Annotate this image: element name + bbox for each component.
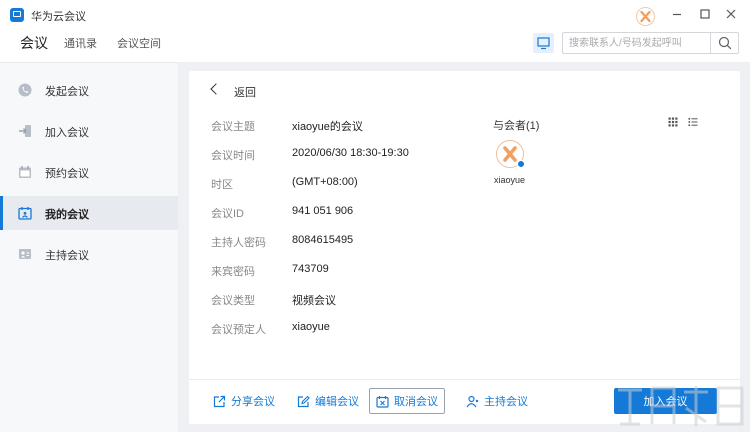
edit-icon <box>297 395 310 407</box>
field-label-timezone: 时区 <box>211 179 233 191</box>
edit-meeting-button[interactable]: 编辑会议 <box>297 388 359 414</box>
search-input[interactable] <box>569 35 709 51</box>
field-label-guest-password: 来宾密码 <box>211 266 255 278</box>
sidebar-item-schedule-meeting[interactable]: 预约会议 <box>0 155 178 189</box>
sidebar-item-label: 加入会议 <box>45 127 89 139</box>
field-value-guest-password: 743709 <box>292 263 329 275</box>
field-value-subject: xiaoyue的会议 <box>292 121 363 133</box>
avatar-x-icon <box>640 10 651 23</box>
field-label-meeting-id: 会议ID <box>211 208 244 220</box>
maximize-button[interactable] <box>697 6 713 22</box>
cancel-calendar-icon <box>376 395 389 408</box>
sidebar-item-label: 主持会议 <box>45 250 89 262</box>
edit-meeting-label: 编辑会议 <box>315 396 359 408</box>
grid-view-icon[interactable] <box>668 117 678 127</box>
user-avatar[interactable] <box>636 7 655 26</box>
field-label-subject: 会议主题 <box>211 121 255 133</box>
field-label-time: 会议时间 <box>211 150 255 162</box>
field-value-meeting-type: 视频会议 <box>292 295 336 307</box>
cancel-meeting-label: 取消会议 <box>394 396 438 408</box>
window-title: 华为云会议 <box>31 11 86 23</box>
field-label-organizer: 会议预定人 <box>211 324 266 336</box>
minimize-icon <box>673 13 681 16</box>
screen-share-button[interactable] <box>533 33 554 53</box>
field-value-host-password: 8084615495 <box>292 234 354 246</box>
share-icon <box>213 395 226 407</box>
monitor-icon <box>537 37 550 50</box>
search-box <box>562 32 739 54</box>
close-icon <box>726 9 736 19</box>
action-bar-divider <box>189 379 740 380</box>
my-meeting-icon <box>18 207 32 220</box>
tab-contacts[interactable]: 通讯录 <box>64 35 97 51</box>
sidebar-item-label: 发起会议 <box>45 86 89 98</box>
participant-name: xiaoyue <box>494 175 526 185</box>
sidebar-item-label: 预约会议 <box>45 168 89 180</box>
host-meeting-label: 主持会议 <box>484 396 528 408</box>
sidebar-item-host-meeting[interactable]: 主持会议 <box>0 237 178 271</box>
host-meeting-button[interactable]: 主持会议 <box>466 388 528 414</box>
sidebar: 发起会议 加入会议 预约会议 我的会议 主持会议 <box>0 62 178 432</box>
share-meeting-label: 分享会议 <box>231 396 275 408</box>
field-value-organizer: xiaoyue <box>292 321 330 333</box>
tab-meeting-space[interactable]: 会议空间 <box>117 35 161 51</box>
back-link[interactable]: 返回 <box>234 84 256 100</box>
cancel-meeting-button[interactable]: 取消会议 <box>369 388 445 414</box>
participants-title: 与会者(1) <box>493 120 540 132</box>
sidebar-item-label: 我的会议 <box>45 209 89 221</box>
meeting-detail-panel <box>189 71 740 424</box>
join-icon <box>19 125 31 137</box>
search-button[interactable] <box>710 33 738 53</box>
tab-meeting[interactable]: 会议 <box>20 33 48 53</box>
field-label-host-password: 主持人密码 <box>211 237 266 249</box>
field-value-time: 2020/06/30 18:30-19:30 <box>292 147 409 159</box>
list-view-icon[interactable] <box>688 117 698 127</box>
sidebar-item-my-meetings[interactable]: 我的会议 <box>0 196 178 230</box>
field-value-timezone: (GMT+08:00) <box>292 176 358 188</box>
calendar-icon <box>19 166 31 178</box>
field-label-meeting-type: 会议类型 <box>211 295 255 307</box>
join-meeting-button[interactable]: 加入会议 <box>614 388 717 414</box>
close-button[interactable] <box>723 6 739 22</box>
maximize-icon <box>700 9 710 19</box>
host-icon <box>19 249 31 259</box>
share-meeting-button[interactable]: 分享会议 <box>213 388 275 414</box>
sidebar-item-start-meeting[interactable]: 发起会议 <box>0 73 178 107</box>
host-person-icon <box>466 395 479 407</box>
search-icon <box>718 36 732 50</box>
minimize-button[interactable] <box>669 6 685 22</box>
participant-user-badge-icon <box>517 160 525 168</box>
app-logo-icon <box>10 8 24 22</box>
sidebar-item-join-meeting[interactable]: 加入会议 <box>0 114 178 148</box>
phone-icon <box>18 83 32 97</box>
title-bar: 华为云会议 <box>0 0 750 30</box>
field-value-meeting-id: 941 051 906 <box>292 205 354 217</box>
